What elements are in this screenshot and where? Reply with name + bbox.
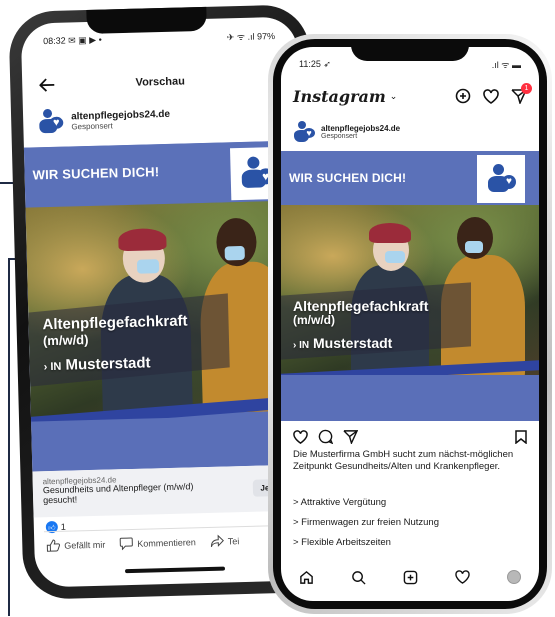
status-right: ✈ ᯤ .ıl 97% xyxy=(226,30,276,42)
ad-photo: Altenpflegefachkraft (m/w/d) › IN Muster… xyxy=(25,200,307,418)
share-arrow-icon xyxy=(210,534,224,548)
screen-title: Vorschau xyxy=(135,75,186,89)
speech-bubble-icon xyxy=(119,537,133,551)
job-title: Altenpflegefachkraft (m/w/d) xyxy=(42,312,188,348)
page-avatar[interactable]: ♥ xyxy=(37,108,64,136)
search-icon[interactable] xyxy=(351,570,366,585)
benefit-1: > Attraktive Vergütung xyxy=(293,497,387,508)
instagram-screen: 11:25 ➶ .ıl ᯤ ▬ Instagram ⌄ 1 ♥ altenpfl… xyxy=(281,47,539,601)
sponsored-label: Gesponsert xyxy=(71,121,113,132)
ad-logo-tile: ♥ xyxy=(477,155,525,203)
ad-photo: Altenpflegefachkraft (m/w/d) › IN Muster… xyxy=(281,205,539,375)
status-time: 11:25 ➶ xyxy=(299,58,331,69)
status-icons: ✉ ▣ ▶ • xyxy=(68,34,102,45)
job-location: › IN Musterstadt xyxy=(293,335,393,351)
plus-square-icon[interactable] xyxy=(403,570,418,585)
page-avatar[interactable]: ♥ xyxy=(293,121,315,143)
benefit-3: > Flexible Arbeitszeiten xyxy=(293,537,391,548)
home-icon[interactable] xyxy=(299,570,314,585)
comment-button[interactable]: Kommentieren xyxy=(119,535,196,551)
caption: Die Musterfirma GmbH sucht zum nächst-mö… xyxy=(293,449,514,473)
like-button[interactable]: Gefällt mir xyxy=(46,538,105,553)
job-title: Altenpflegefachkraft (m/w/d) xyxy=(293,298,429,328)
link-text: Gesundheits und Altenpfleger (m/w/d) ges… xyxy=(42,481,194,506)
notch xyxy=(351,39,469,61)
page-name[interactable]: altenpflegejobs24.de xyxy=(321,124,400,133)
instagram-phone: 11:25 ➶ .ıl ᯤ ▬ Instagram ⌄ 1 ♥ altenpfl… xyxy=(268,34,552,614)
sponsored-label: Gesponsert xyxy=(321,133,358,140)
instagram-logo[interactable]: Instagram xyxy=(293,87,386,106)
ad-creative[interactable]: WIR SUCHEN DICH! ♥ Altenpflegefachkraft … xyxy=(281,151,539,421)
share-button[interactable]: Tei xyxy=(210,534,240,548)
ad-headline: WIR SUCHEN DICH! xyxy=(289,171,407,185)
thumbs-up-icon xyxy=(46,539,61,552)
profile-avatar-icon[interactable] xyxy=(506,570,521,584)
status-time: 08:32 xyxy=(42,35,66,46)
status-right: .ıl ᯤ ▬ xyxy=(491,59,521,70)
heart-icon[interactable] xyxy=(455,570,470,584)
heart-icon[interactable] xyxy=(483,88,499,104)
benefit-2: > Firmenwagen zur freien Nutzung xyxy=(293,517,440,528)
speech-bubble-icon[interactable] xyxy=(318,429,333,444)
bottom-nav xyxy=(281,563,539,591)
leader-line-photo-v xyxy=(8,258,10,616)
job-location: › IN Musterstadt xyxy=(43,354,151,374)
chevron-down-icon[interactable]: ⌄ xyxy=(390,91,398,102)
bookmark-icon[interactable] xyxy=(515,429,527,444)
plus-square-icon[interactable] xyxy=(455,88,471,104)
arrow-left-icon[interactable] xyxy=(36,78,58,93)
home-indicator xyxy=(124,566,226,574)
paper-plane-icon[interactable] xyxy=(343,429,358,444)
ad-creative[interactable]: WIR SUCHEN DICH! ♥ Altenpflegefachkraft … xyxy=(23,140,309,472)
notch xyxy=(86,6,207,34)
notification-badge: 1 xyxy=(521,83,532,94)
heart-icon: ♥ xyxy=(49,116,64,129)
paper-plane-icon[interactable]: 1 xyxy=(511,83,532,104)
heart-icon[interactable] xyxy=(293,429,308,444)
